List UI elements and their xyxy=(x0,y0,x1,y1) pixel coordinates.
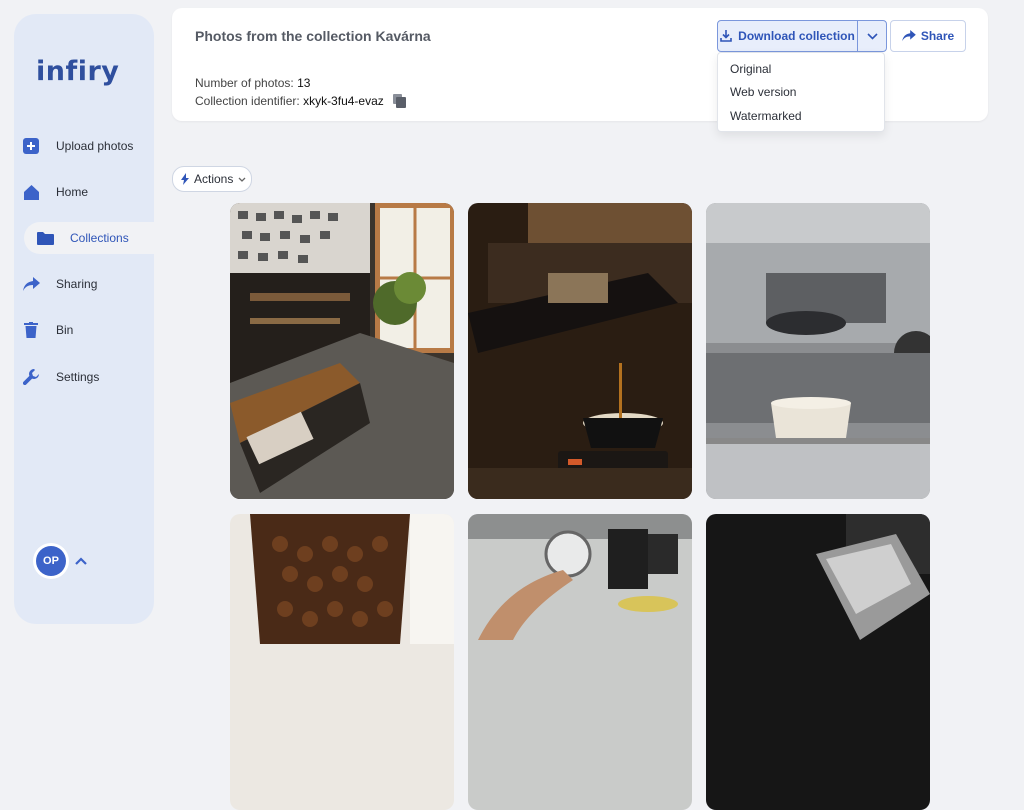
identifier-label: Collection identifier: xyxy=(195,94,300,108)
download-options-toggle[interactable] xyxy=(857,21,886,51)
download-label: Download collection xyxy=(738,29,855,43)
share-label: Share xyxy=(920,29,955,43)
sidebar-item-label: Settings xyxy=(56,370,100,384)
user-avatar[interactable]: OP xyxy=(36,546,66,576)
trash-icon xyxy=(20,319,42,341)
download-options-menu: Original Web version Watermarked xyxy=(717,52,885,132)
menu-item-web-version[interactable]: Web version xyxy=(730,85,796,99)
menu-item-watermarked[interactable]: Watermarked xyxy=(730,109,802,123)
actions-button[interactable]: Actions xyxy=(172,166,252,192)
plus-square-icon xyxy=(20,135,42,157)
sidebar-item-label: Collections xyxy=(70,231,129,245)
photo-thumbnail[interactable] xyxy=(706,514,930,810)
download-icon xyxy=(720,30,732,42)
lightning-icon xyxy=(181,173,189,185)
photo-count-value: 13 xyxy=(297,76,311,90)
sidebar-item-bin[interactable]: Bin xyxy=(10,315,154,345)
sidebar-item-label: Sharing xyxy=(56,277,98,291)
wrench-icon xyxy=(20,366,42,388)
chevron-down-icon xyxy=(866,32,878,40)
page-title: Photos from the collection Kavárna xyxy=(195,28,431,44)
menu-item-original[interactable]: Original xyxy=(730,62,771,76)
download-collection-button[interactable]: Download collection xyxy=(717,20,887,52)
photo-thumbnail[interactable] xyxy=(230,514,454,810)
sidebar-item-upload-photos[interactable]: Upload photos xyxy=(10,131,154,161)
collection-identifier: Collection identifier: xkyk-3fu4-evaz xyxy=(195,94,384,108)
folder-icon xyxy=(34,227,56,249)
actions-label: Actions xyxy=(194,172,234,186)
share-arrow-icon xyxy=(20,273,42,295)
share-button[interactable]: Share xyxy=(890,20,966,52)
home-icon xyxy=(20,181,42,203)
chevron-up-icon[interactable] xyxy=(74,553,88,571)
app-logo[interactable]: infiry xyxy=(36,56,119,87)
sidebar-item-collections[interactable]: Collections xyxy=(24,222,178,254)
photo-thumbnail[interactable] xyxy=(230,203,454,499)
chevron-down-icon xyxy=(238,177,246,182)
photo-thumbnail[interactable] xyxy=(468,203,692,499)
photo-count: Number of photos: 13 xyxy=(195,76,310,90)
sidebar-item-label: Upload photos xyxy=(56,139,134,153)
copy-icon[interactable] xyxy=(393,94,406,113)
photo-thumbnail[interactable] xyxy=(468,514,692,810)
identifier-value: xkyk-3fu4-evaz xyxy=(303,94,384,108)
sidebar-item-settings[interactable]: Settings xyxy=(10,362,154,392)
sidebar-item-sharing[interactable]: Sharing xyxy=(10,269,154,299)
share-arrow-icon xyxy=(902,30,916,42)
photo-thumbnail[interactable] xyxy=(706,203,930,499)
download-main-button[interactable]: Download collection xyxy=(718,21,857,51)
photo-count-label: Number of photos: xyxy=(195,76,294,90)
sidebar-item-label: Home xyxy=(56,185,89,199)
sidebar-item-label: Bin xyxy=(56,323,74,337)
sidebar-item-home[interactable]: Home xyxy=(10,177,154,207)
